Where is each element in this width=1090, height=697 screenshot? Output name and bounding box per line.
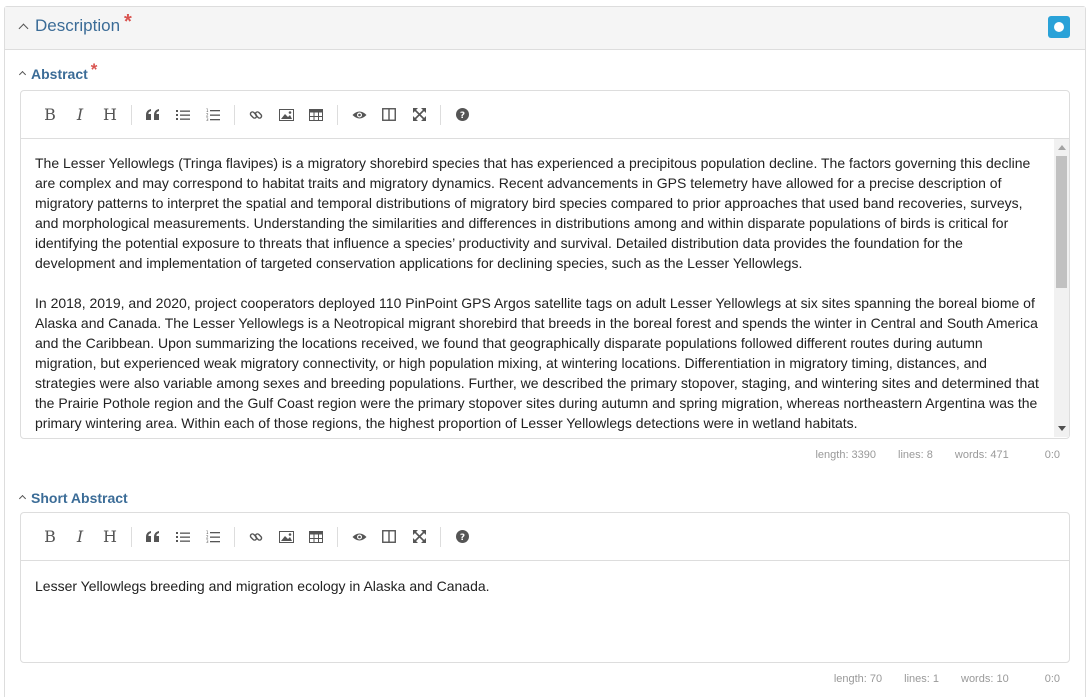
abstract-statusbar: length: 3390 lines: 8 words: 471 0:0 — [793, 449, 1060, 461]
length-count: length: 70 — [833, 673, 883, 685]
abstract-paragraph: In 2018, 2019, and 2020, project coopera… — [35, 295, 1039, 431]
svg-text:?: ? — [459, 533, 464, 543]
toolbar-separator — [440, 526, 441, 547]
chevron-up-icon[interactable] — [18, 494, 27, 503]
link-icon[interactable] — [241, 100, 271, 130]
table-icon[interactable] — [301, 100, 331, 130]
words-count: words: 471 — [954, 449, 1009, 461]
heading-icon[interactable]: H — [95, 522, 125, 552]
short-abstract-label[interactable]: Short Abstract — [18, 490, 128, 506]
toolbar-separator — [131, 526, 132, 547]
short-abstract-editor: B I H 123 ? Lesser Yellowlegs breeding a… — [20, 512, 1070, 663]
toolbar-separator — [337, 526, 338, 547]
side-by-side-icon[interactable] — [374, 522, 404, 552]
short-abstract-text: Lesser Yellowlegs breeding and migration… — [35, 578, 490, 594]
bold-icon[interactable]: B — [35, 100, 65, 130]
words-count: words: 10 — [961, 673, 1009, 685]
toolbar-separator — [440, 104, 441, 125]
abstract-textarea[interactable]: The Lesser Yellowlegs (Tringa flavipes) … — [21, 139, 1069, 437]
link-icon[interactable] — [241, 522, 271, 552]
unordered-list-icon[interactable] — [168, 522, 198, 552]
heading-icon[interactable]: H — [95, 100, 125, 130]
chevron-up-icon[interactable] — [18, 23, 29, 34]
quote-icon[interactable] — [138, 100, 168, 130]
abstract-toolbar: B I H 123 ? — [21, 91, 1069, 139]
fullscreen-icon[interactable] — [404, 522, 434, 552]
svg-text:3: 3 — [206, 539, 209, 543]
cursor-position: 0:0 — [1044, 449, 1060, 461]
svg-text:3: 3 — [206, 117, 209, 121]
short-abstract-label-text: Short Abstract — [31, 490, 128, 506]
abstract-label[interactable]: Abstract * — [18, 60, 97, 82]
abstract-editor: B I H 123 ? The Lesser Yellowlegs (Tring… — [20, 90, 1070, 439]
chevron-up-icon[interactable] — [18, 70, 27, 79]
toolbar-separator — [234, 526, 235, 547]
italic-icon[interactable]: I — [65, 100, 95, 130]
ordered-list-icon[interactable]: 123 — [198, 522, 228, 552]
lines-count: lines: 8 — [898, 449, 933, 461]
side-by-side-icon[interactable] — [374, 100, 404, 130]
toolbar-separator — [337, 104, 338, 125]
abstract-paragraph: The Lesser Yellowlegs (Tringa flavipes) … — [35, 155, 1031, 271]
cursor-position: 0:0 — [1044, 673, 1060, 685]
toolbar-separator — [234, 104, 235, 125]
short-abstract-toolbar: B I H 123 ? — [21, 513, 1069, 561]
preview-icon[interactable] — [344, 100, 374, 130]
panel-title[interactable]: Description * — [18, 11, 132, 36]
help-icon[interactable]: ? — [447, 522, 477, 552]
image-icon[interactable] — [271, 100, 301, 130]
short-abstract-statusbar: length: 70 lines: 1 words: 10 0:0 — [812, 673, 1060, 685]
svg-text:?: ? — [459, 111, 464, 121]
panel-title-text: Description — [35, 16, 121, 35]
scroll-down-arrow-icon[interactable] — [1058, 426, 1066, 431]
abstract-label-text: Abstract — [31, 66, 88, 82]
unordered-list-icon[interactable] — [168, 100, 198, 130]
toolbar-separator — [131, 104, 132, 125]
toggle-icon[interactable] — [1048, 16, 1070, 38]
short-abstract-textarea[interactable]: Lesser Yellowlegs breeding and migration… — [21, 561, 1069, 661]
image-icon[interactable] — [271, 522, 301, 552]
preview-icon[interactable] — [344, 522, 374, 552]
panel-header[interactable]: Description * — [5, 7, 1085, 50]
required-marker: * — [90, 60, 98, 79]
bold-icon[interactable]: B — [35, 522, 65, 552]
quote-icon[interactable] — [138, 522, 168, 552]
ordered-list-icon[interactable]: 123 — [198, 100, 228, 130]
fullscreen-icon[interactable] — [404, 100, 434, 130]
lines-count: lines: 1 — [904, 673, 939, 685]
italic-icon[interactable]: I — [65, 522, 95, 552]
length-count: length: 3390 — [815, 449, 877, 461]
table-icon[interactable] — [301, 522, 331, 552]
help-icon[interactable]: ? — [447, 100, 477, 130]
required-marker: * — [124, 11, 132, 33]
scroll-thumb[interactable] — [1056, 156, 1067, 288]
scrollbar[interactable] — [1054, 139, 1069, 437]
scroll-up-arrow-icon[interactable] — [1058, 145, 1066, 150]
